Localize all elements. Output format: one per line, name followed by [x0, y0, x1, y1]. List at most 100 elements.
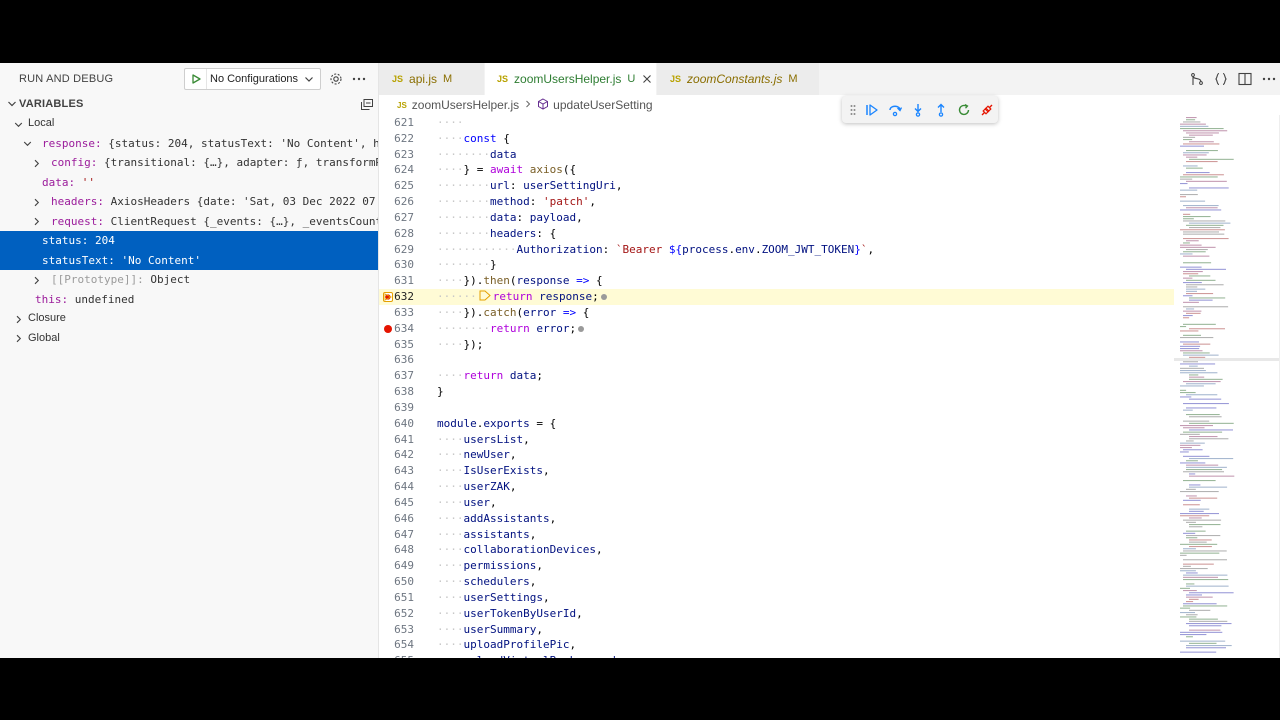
- code-line[interactable]: 640 module.exports = {: [379, 416, 1174, 432]
- code-line[interactable]: 638}: [379, 384, 1174, 400]
- code-editor[interactable]: 621 ···· 622 ····const {623 ········data 624 ·…: [379, 115, 1174, 658]
- variable-row[interactable]: config: {transitional: {…}, adapter: ƒ, …: [0, 153, 378, 173]
- split-editor-icon[interactable]: [1234, 69, 1256, 89]
- code-line[interactable]: 637 ····return data;: [379, 368, 1174, 384]
- code-token: return: [463, 369, 504, 383]
- code-line[interactable]: 628 ········headers: {: [379, 226, 1174, 242]
- variable-row[interactable]: status: 204: [0, 231, 378, 251]
- line-number: 645: [394, 495, 414, 509]
- line-number: 652: [394, 606, 414, 620]
- separator: :: [68, 175, 82, 189]
- chevron-down-icon[interactable]: [21, 138, 33, 150]
- code-line[interactable]: 641 ····usersList,: [379, 432, 1174, 448]
- tab-zoomusershelper-js[interactable]: JS zoomUsersHelper.js U: [485, 63, 657, 95]
- variables-section-header[interactable]: VARIABLES: [0, 95, 378, 113]
- variable-row[interactable]: statusText: 'No Content': [0, 250, 378, 270]
- code-line[interactable]: 644 ····userZAK,: [379, 479, 1174, 495]
- code-line[interactable]: 630 ········}: [379, 257, 1174, 273]
- more-actions-icon[interactable]: [351, 71, 367, 87]
- scope-row[interactable]: Closure: [0, 309, 378, 329]
- vscode-window: RUN AND DEBUG No Configurations VARIABLE…: [0, 63, 1280, 658]
- variable-row[interactable]: [[Prototype]]: Object: [0, 270, 378, 290]
- code-line[interactable]: 647 ····assistants,: [379, 527, 1174, 543]
- inline-breakpoint-icon[interactable]: [479, 290, 491, 301]
- chevron-right-icon[interactable]: [30, 196, 42, 208]
- debug-configuration-select[interactable]: No Configurations: [184, 68, 321, 90]
- breadcrumb-symbol[interactable]: updateUserSetting: [553, 98, 652, 112]
- chevron-right-icon[interactable]: [30, 216, 42, 228]
- code-line[interactable]: 654 ····uploadProfilePic,: [379, 637, 1174, 653]
- more-actions-icon[interactable]: [1258, 69, 1280, 89]
- chevron-right-icon[interactable]: [12, 333, 24, 345]
- code-line[interactable]: 635 ····});: [379, 337, 1174, 353]
- start-debugging-button[interactable]: [185, 69, 207, 89]
- line-number: 643: [394, 464, 414, 478]
- line-number: 644: [394, 480, 414, 494]
- code-token: :: [529, 195, 543, 209]
- open-changes-icon[interactable]: [1186, 69, 1208, 89]
- separator: :: [94, 136, 109, 150]
- braces-icon[interactable]: [1210, 69, 1232, 89]
- code-line[interactable]: 652 ····userTokenByUserId,: [379, 606, 1174, 622]
- chevron-right-icon[interactable]: [30, 157, 42, 169]
- code-line[interactable]: 642 ····newUser,: [379, 447, 1174, 463]
- chevron-down-icon[interactable]: [12, 118, 24, 130]
- close-icon[interactable]: [641, 73, 653, 85]
- code-text: ····collaborationDevices,: [437, 543, 603, 557]
- code-line[interactable]: 623 ········data: [379, 147, 1174, 163]
- code-token: userZAK: [463, 480, 510, 494]
- configuration-label: No Configurations: [210, 73, 299, 85]
- code-token: }).: [463, 274, 484, 288]
- code-line[interactable]: 645 ····user,: [379, 495, 1174, 511]
- variable-row[interactable]: headers: AxiosHeaders {date: 'Sat, 03 De…: [0, 192, 378, 212]
- minimap[interactable]: [1174, 115, 1280, 658]
- code-line[interactable]: 651 ····userSettings,: [379, 590, 1174, 606]
- code-line[interactable]: 631 ····}).then(response => {: [379, 273, 1174, 289]
- scope-row[interactable]: Local: [0, 114, 378, 134]
- collapse-all-icon[interactable]: [360, 98, 373, 110]
- chevron-right-icon[interactable]: [30, 274, 42, 286]
- variable-row[interactable]: response: {status: 204, statusText: 'No …: [0, 134, 378, 154]
- code-line[interactable]: 629 ············Authorization: `Bearer ${…: [379, 242, 1174, 258]
- code-token: IsUserExists: [463, 464, 543, 478]
- code-line[interactable]: 636: [379, 352, 1174, 368]
- breadcrumb-file[interactable]: zoomUsersHelper.js: [412, 98, 519, 112]
- editor-actions: [1184, 63, 1280, 95]
- code-line[interactable]: 625 ········url: userSettingUri,: [379, 178, 1174, 194]
- code-text: module.exports = {: [437, 416, 556, 432]
- code-line[interactable]: 639: [379, 400, 1174, 416]
- code-line[interactable]: 653 ····userSummary,: [379, 622, 1174, 638]
- code-line[interactable]: 649 ····permissions,: [379, 558, 1174, 574]
- tab-api-js[interactable]: JS api.js M: [379, 63, 485, 95]
- code-line[interactable]: 646 ····addAssistants,: [379, 511, 1174, 527]
- code-line[interactable]: 621 ····: [379, 115, 1174, 131]
- chevron-right-icon[interactable]: [12, 313, 24, 325]
- code-line[interactable]: 655 ····uploadVirtualBackground,: [379, 653, 1174, 658]
- tab-zoomconstants-js[interactable]: JS zoomConstants.js M: [657, 63, 820, 95]
- scope-row[interactable]: Global: [0, 329, 378, 349]
- variable-row[interactable]: this: undefined: [0, 290, 378, 310]
- code-line[interactable]: 643 ····IsUserExists,: [379, 463, 1174, 479]
- code-line[interactable]: 627 ········data: payload,: [379, 210, 1174, 226]
- code-line[interactable]: 648 ····collaborationDevices,: [379, 542, 1174, 558]
- code-token: ,: [536, 622, 543, 636]
- code-text: ········method: 'patch',: [437, 195, 596, 209]
- code-line[interactable]: 633 ····}).catch(error => {: [379, 305, 1174, 321]
- code-line[interactable]: 626 ········method: 'patch',: [379, 194, 1174, 210]
- gear-icon[interactable]: [328, 71, 344, 87]
- code-token: response: [539, 290, 593, 304]
- scope-label: Global: [28, 331, 60, 344]
- code-text: ····IsUserExists,: [437, 464, 550, 478]
- separator: :: [108, 253, 122, 267]
- code-text: ····}).then(response => {: [437, 274, 603, 288]
- chevron-down-icon: [301, 74, 317, 84]
- variable-row[interactable]: request: ClientRequest {_events: {…}, _e…: [0, 212, 378, 232]
- modified-badge: M: [443, 73, 453, 85]
- code-line[interactable]: 632 ······ return response;: [379, 289, 1174, 305]
- code-line[interactable]: 622 ····const {: [379, 131, 1174, 147]
- code-line[interactable]: 634 ········return error;: [379, 321, 1174, 337]
- variable-row[interactable]: data: '': [0, 173, 378, 193]
- code-line[interactable]: 624 ····} = await axios({: [379, 162, 1174, 178]
- code-line[interactable]: 650 ····schedulers,: [379, 574, 1174, 590]
- variable-value: undefined: [74, 292, 135, 306]
